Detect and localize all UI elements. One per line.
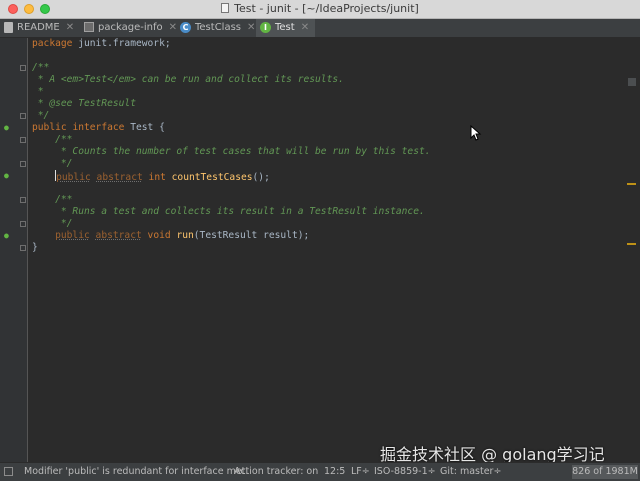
interface-icon: I bbox=[260, 21, 271, 33]
package-icon bbox=[84, 22, 94, 32]
fold-toggle-icon[interactable] bbox=[20, 221, 26, 227]
editor-tabbar: README ✕ package-info ✕ C TestClass ✕ I Test ✕ bbox=[0, 19, 640, 38]
encoding-selector[interactable]: ISO-8859-1÷ bbox=[374, 463, 436, 481]
window-title-text: Test - junit - [~/IdeaProjects/junit] bbox=[234, 2, 419, 15]
implemented-marker-icon[interactable]: ● bbox=[4, 231, 9, 240]
memory-indicator[interactable]: 826 of 1981M bbox=[572, 465, 638, 479]
caret-position[interactable]: 12:5 bbox=[324, 463, 345, 481]
tab-testclass[interactable]: C TestClass ✕ bbox=[180, 19, 255, 37]
code-line: * bbox=[32, 86, 44, 97]
fold-toggle-icon[interactable] bbox=[20, 161, 26, 167]
tab-label: README bbox=[17, 22, 60, 33]
code-line: */ bbox=[32, 158, 73, 169]
line-separator-selector[interactable]: LF÷ bbox=[351, 463, 370, 481]
code-line: /** bbox=[32, 134, 73, 145]
warning-stripe-marker[interactable] bbox=[627, 183, 636, 185]
code-line: * @see TestResult bbox=[32, 98, 136, 109]
code-line: * Counts the number of test cases that w… bbox=[32, 146, 431, 157]
fold-toggle-icon[interactable] bbox=[20, 137, 26, 143]
tab-label: Test bbox=[275, 22, 295, 33]
tab-label: package-info bbox=[98, 22, 163, 33]
tab-test[interactable]: I Test ✕ bbox=[256, 19, 316, 37]
code-line: /** bbox=[32, 62, 50, 73]
inspection-status-icon[interactable] bbox=[628, 78, 636, 86]
code-line: */ bbox=[32, 110, 50, 121]
editor-gutter[interactable]: ● ● ● bbox=[0, 38, 28, 462]
code-line: */ bbox=[32, 218, 73, 229]
status-message: Modifier 'public' is redundant for inter… bbox=[24, 466, 249, 477]
close-tab-icon[interactable]: ✕ bbox=[66, 22, 74, 33]
code-line: } bbox=[32, 242, 38, 253]
window-title: Test - junit - [~/IdeaProjects/junit] bbox=[0, 2, 640, 15]
code-line: * A <em>Test</em> can be run and collect… bbox=[32, 74, 344, 85]
code-line: /** bbox=[32, 194, 73, 205]
tab-label: TestClass bbox=[195, 22, 242, 33]
class-icon: C bbox=[180, 21, 191, 33]
code-editor[interactable]: package junit.framework; /** * A <em>Tes… bbox=[28, 38, 640, 462]
code-line: * Runs a test and collects its result in… bbox=[32, 206, 425, 217]
warning-stripe-marker[interactable] bbox=[627, 243, 636, 245]
window-titlebar: Test - junit - [~/IdeaProjects/junit] bbox=[0, 0, 640, 19]
fold-toggle-icon[interactable] bbox=[20, 113, 26, 119]
close-tab-icon[interactable]: ✕ bbox=[169, 22, 177, 33]
tab-readme[interactable]: README ✕ bbox=[4, 19, 74, 37]
code-line: package junit.framework; bbox=[32, 38, 171, 49]
status-bar: Modifier 'public' is redundant for inter… bbox=[0, 462, 640, 481]
fold-toggle-icon[interactable] bbox=[20, 245, 26, 251]
action-tracker-status[interactable]: Action tracker: on bbox=[234, 463, 318, 481]
implemented-marker-icon[interactable]: ● bbox=[4, 123, 9, 132]
file-icon bbox=[221, 3, 230, 13]
close-tab-icon[interactable]: ✕ bbox=[301, 22, 309, 33]
document-icon bbox=[4, 21, 13, 33]
code-line: public abstract void run(TestResult resu… bbox=[55, 230, 310, 241]
tab-package-info[interactable]: package-info ✕ bbox=[84, 19, 177, 37]
code-line: public interface Test { bbox=[32, 122, 165, 133]
toggle-tool-windows-icon[interactable] bbox=[4, 467, 13, 476]
close-tab-icon[interactable]: ✕ bbox=[247, 22, 255, 33]
git-branch-selector[interactable]: Git: master÷ bbox=[440, 463, 501, 481]
code-line: public abstract int countTestCases(); bbox=[55, 170, 270, 183]
implemented-marker-icon[interactable]: ● bbox=[4, 171, 9, 180]
fold-toggle-icon[interactable] bbox=[20, 197, 26, 203]
fold-toggle-icon[interactable] bbox=[20, 65, 26, 71]
